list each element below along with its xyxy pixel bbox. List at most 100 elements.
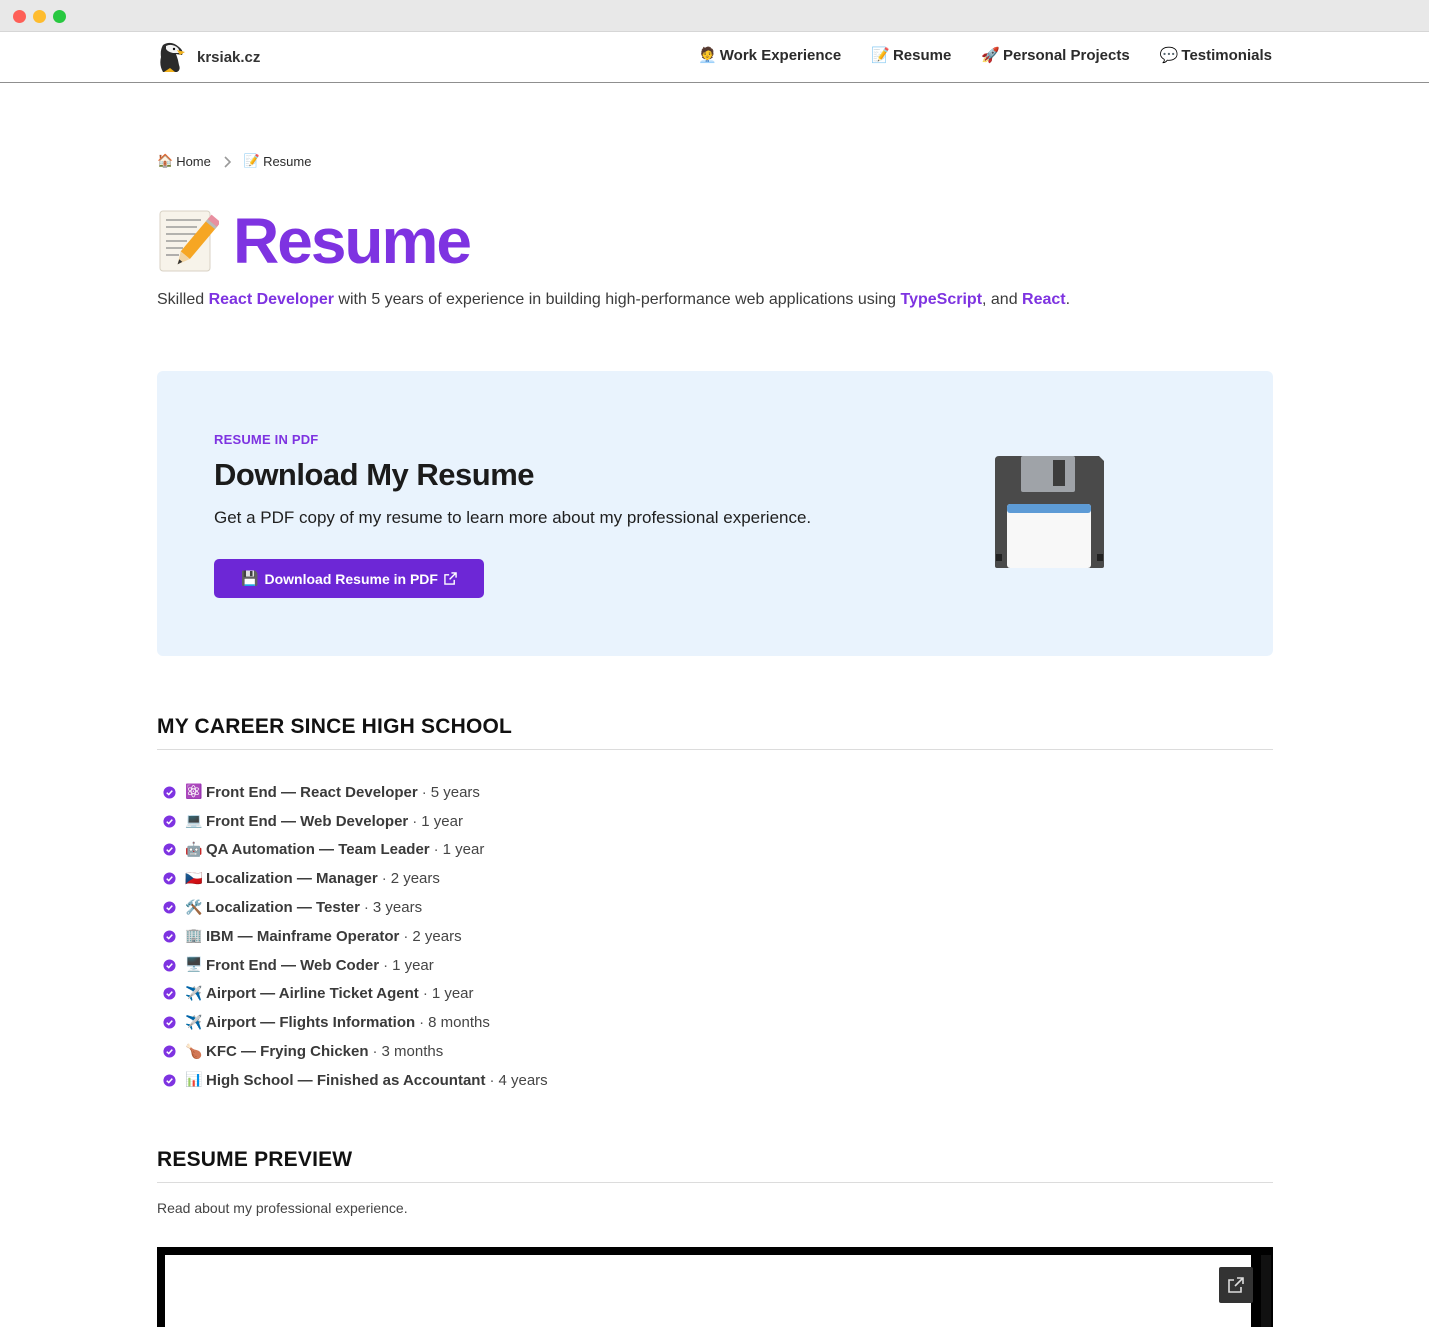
career-duration: 1 year (431, 985, 474, 1003)
office-worker-icon: 🧑‍💼 (698, 46, 717, 64)
preview-description: Read about my professional experience. (157, 1200, 408, 1216)
career-role: Front End — React Developer (206, 783, 418, 801)
check-circle-icon (163, 1016, 176, 1029)
site-header: krsiak.cz 🧑‍💼 Work Experience 📝 Resume 🚀… (0, 32, 1429, 83)
page-heading: Resume (233, 205, 472, 277)
bar-chart-icon: 📊 (185, 1072, 203, 1089)
check-circle-icon (163, 959, 176, 972)
list-item: ⚛️ Front End — React Developer · 5 years (163, 778, 548, 807)
minimize-window-button[interactable] (33, 10, 46, 23)
preview-section-title: RESUME PREVIEW (157, 1148, 353, 1171)
preview-scrollbar[interactable] (1261, 1255, 1271, 1327)
career-role: Localization — Manager (206, 870, 378, 888)
airplane-icon: ✈️ (185, 1014, 203, 1031)
window-titlebar (0, 0, 1429, 32)
career-role: IBM — Mainframe Operator (206, 927, 400, 945)
check-circle-icon (163, 987, 176, 1001)
career-duration: 3 years (372, 899, 423, 917)
check-circle-icon (163, 901, 176, 914)
floppy-disk-illustration-icon (995, 456, 1104, 568)
atom-icon: ⚛️ (185, 784, 203, 801)
separator-dot: · (363, 899, 369, 917)
intro-text: Skilled React Developer with 5 years of … (157, 291, 1070, 309)
site-logo-link[interactable]: krsiak.cz (157, 41, 260, 73)
speech-bubble-icon: 💬 (1159, 46, 1179, 64)
rocket-icon: 🚀 (981, 46, 1000, 64)
nav-item-label: Work Experience (719, 47, 842, 64)
list-item: 🍗 KFC — Frying Chicken · 3 months (163, 1037, 548, 1066)
nav-item-resume[interactable]: 📝 Resume (871, 47, 951, 64)
separator-dot: · (419, 1014, 425, 1032)
resume-preview-document (165, 1255, 1251, 1327)
career-duration: 1 year (421, 812, 463, 830)
career-duration: 5 years (430, 783, 480, 801)
list-item: 🛠️ Localization — Tester · 3 years (163, 893, 548, 922)
maximize-window-button[interactable] (53, 10, 66, 23)
list-item: 📊 High School — Finished as Accountant · 4 … (163, 1066, 548, 1095)
career-duration: 3 months (381, 1043, 444, 1061)
career-role: Front End — Web Developer (206, 812, 409, 830)
memo-icon: 📝 (243, 154, 261, 169)
office-building-icon: 🏢 (185, 928, 203, 945)
list-item: ✈️ Airport — Airline Ticket Agent · 1 year (163, 980, 548, 1009)
intro-between: , and (982, 291, 1023, 308)
career-role: QA Automation — Team Leader (206, 841, 430, 859)
career-duration: 1 year (392, 956, 434, 974)
career-role: High School — Finished as Accountant (206, 1071, 486, 1089)
nav-item-personal-projects[interactable]: 🚀 Personal Projects (981, 47, 1129, 64)
career-duration: 8 months (428, 1014, 490, 1032)
nav-item-work-experience[interactable]: 🧑‍💼 Work Experience (698, 47, 841, 64)
career-duration: 2 years (390, 870, 440, 888)
check-circle-icon (163, 843, 176, 857)
career-duration: 1 year (442, 841, 485, 859)
breadcrumb-current: 📝 Resume (244, 154, 312, 169)
external-link-icon (444, 572, 457, 585)
list-item: 🤖 QA Automation — Team Leader · 1 year (163, 836, 548, 865)
react-developer-link[interactable]: React Developer (209, 291, 334, 308)
close-window-button[interactable] (13, 10, 26, 23)
separator-dot: · (372, 1043, 378, 1061)
career-role: Airport — Airline Ticket Agent (206, 985, 419, 1003)
chicken-leg-icon: 🍗 (185, 1043, 203, 1060)
list-item: ✈️ Airport — Flights Information · 8 months (163, 1008, 548, 1037)
separator-dot: · (421, 783, 427, 801)
career-role: Localization — Tester (206, 899, 360, 917)
cta-eyebrow: RESUME IN PDF (214, 432, 319, 447)
check-circle-icon (163, 930, 176, 943)
cta-description: Get a PDF copy of my resume to learn mor… (214, 508, 812, 527)
breadcrumb-home[interactable]: 🏠 Home (157, 154, 211, 169)
career-role: Airport — Flights Information (206, 1014, 416, 1032)
hammer-wrench-icon: 🛠️ (185, 899, 203, 916)
breadcrumb-current-label: Resume (263, 154, 312, 169)
main-navigation: 🧑‍💼 Work Experience 📝 Resume 🚀 Personal … (698, 47, 1272, 64)
eagle-logo-icon (160, 42, 185, 72)
nav-item-testimonials[interactable]: 💬 Testimonials (1160, 47, 1272, 64)
check-circle-icon (163, 872, 176, 885)
list-item: 🖥️ Front End — Web Coder · 1 year (163, 951, 548, 980)
chevron-right-icon (224, 155, 232, 168)
nav-item-label: Testimonials (1181, 47, 1272, 64)
download-resume-button[interactable]: 💾 Download Resume in PDF (214, 559, 484, 598)
robot-icon: 🤖 (185, 841, 203, 858)
career-section-title: MY CAREER SINCE HIGH SCHOOL (157, 715, 513, 738)
check-circle-icon (163, 1045, 176, 1058)
section-divider (157, 1182, 1273, 1183)
open-external-icon (1228, 1277, 1244, 1293)
open-in-new-window-button[interactable] (1219, 1267, 1253, 1303)
list-item: 🏢 IBM — Mainframe Operator · 2 years (163, 922, 548, 951)
separator-dot: · (403, 927, 409, 945)
resume-preview-frame[interactable] (157, 1247, 1273, 1327)
separator-dot: · (489, 1071, 495, 1089)
react-link[interactable]: React (1022, 291, 1066, 308)
check-circle-icon (163, 815, 176, 828)
laptop-icon: 💻 (185, 813, 203, 830)
typescript-link[interactable]: TypeScript (901, 291, 983, 308)
list-item: 🇨🇿 Localization — Manager · 2 years (163, 864, 548, 893)
check-circle-icon (163, 786, 176, 799)
separator-dot: · (383, 956, 389, 974)
memo-icon: 📝 (871, 46, 890, 64)
separator-dot: · (433, 841, 439, 859)
check-circle-icon (163, 1074, 176, 1087)
career-role: Front End — Web Coder (206, 956, 380, 974)
nav-item-label: Personal Projects (1002, 47, 1130, 64)
